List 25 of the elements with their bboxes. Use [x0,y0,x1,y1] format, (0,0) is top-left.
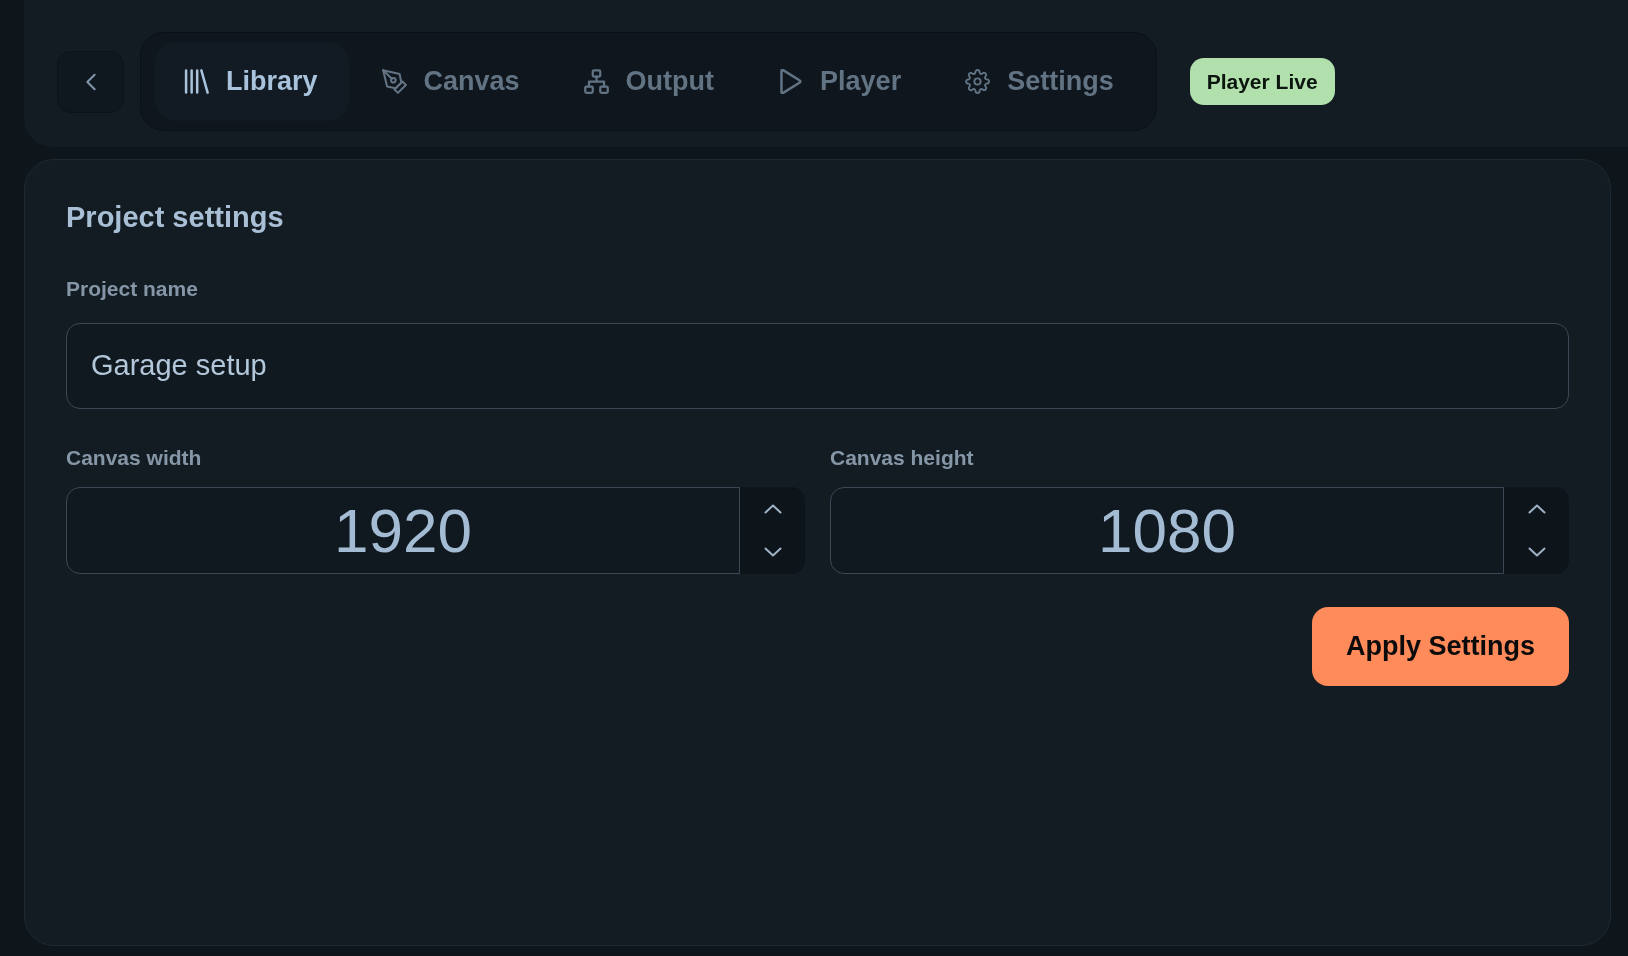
nav-tab[interactable]: Canvas [353,43,550,120]
hierarchy-icon [583,69,609,94]
play-icon [778,69,804,94]
number-input-field[interactable]: 1920 [66,487,740,575]
chevron-up-icon [1527,503,1546,514]
chevron-down-icon [763,547,782,558]
field-label: Project name [66,275,198,301]
nav-tab[interactable]: Library [156,43,348,120]
nav-tab[interactable]: Player [750,43,932,120]
chevron-up-icon [763,503,782,514]
text-input-field[interactable]: Garage setup [66,323,1569,409]
nav-tab[interactable]: Settings [937,43,1144,120]
chevron-down-icon [1527,547,1546,558]
card-title: Project settings [66,200,284,235]
books-icon [184,69,209,94]
chevron-left-icon [85,72,96,91]
gear-icon [965,69,991,94]
field-label: Canvas height [830,445,974,471]
status-badge: Player Live [1189,58,1335,105]
pen-nib-icon [381,69,407,94]
field-label: Canvas width [66,445,202,471]
number-input-field[interactable]: 1080 [830,487,1504,575]
nav-tab[interactable]: Output [555,43,745,120]
apply-button[interactable]: Apply Settings [1312,607,1569,687]
back-button[interactable] [57,50,124,113]
